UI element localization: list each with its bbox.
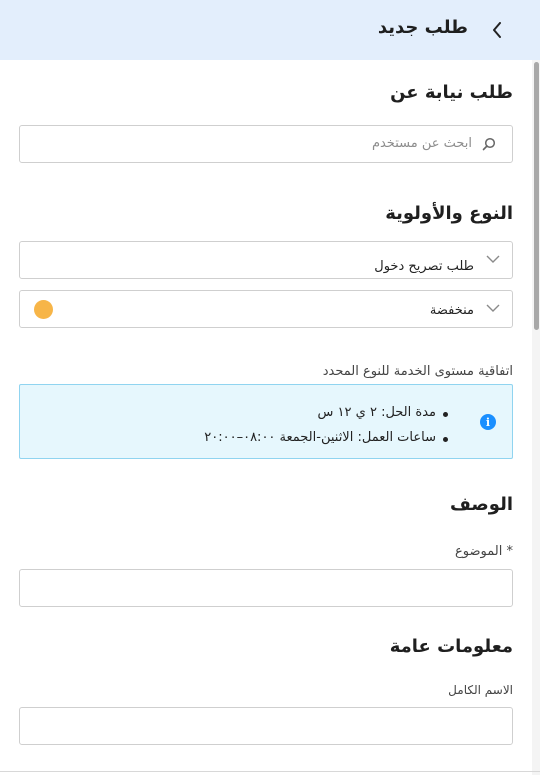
priority-value: منخفضة [429, 303, 474, 318]
divider [0, 771, 540, 772]
sla-working-hours: ساعات العمل: الاثنين-الجمعة ٠٨:٠٠–٢٠:٠٠ [204, 430, 436, 445]
chevron-down-icon [486, 255, 500, 263]
sla-info-box: i مدة الحل: ٢ ي ١٢ س ساعات العمل: الاثني… [19, 384, 513, 459]
general-info-heading: معلومات عامة [389, 636, 513, 657]
request-type-select[interactable]: طلب تصريح دخول [19, 241, 513, 279]
chevron-down-icon [486, 304, 500, 312]
page-title: طلب جديد [377, 17, 468, 38]
chevron-left-icon [493, 22, 501, 38]
type-priority-heading: النوع والأولوية [385, 203, 513, 224]
subject-label: * الموضوع [455, 544, 513, 559]
priority-color-dot [34, 300, 53, 319]
back-button[interactable] [486, 18, 508, 42]
user-search-input[interactable] [172, 136, 472, 151]
on-behalf-heading: طلب نيابة عن [390, 82, 513, 103]
fullname-label: الاسم الكامل [448, 683, 513, 697]
priority-select[interactable]: منخفضة [19, 290, 513, 328]
description-heading: الوصف [449, 494, 513, 515]
info-icon: i [480, 414, 496, 430]
list-bullet [443, 437, 448, 442]
request-type-value: طلب تصريح دخول [374, 259, 474, 274]
sla-resolution-time: مدة الحل: ٢ ي ١٢ س [317, 405, 436, 420]
header-bar: طلب جديد [0, 0, 540, 60]
subject-input[interactable] [19, 569, 513, 607]
sla-label: اتفاقية مستوى الخدمة للنوع المحدد [322, 364, 513, 379]
search-icon [482, 137, 496, 151]
list-bullet [443, 412, 448, 417]
scrollbar-thumb[interactable] [534, 62, 539, 330]
fullname-input[interactable] [19, 707, 513, 745]
user-search-field[interactable] [19, 125, 513, 163]
new-request-page: طلب جديد طلب نيابة عن النوع والأولوية طل… [0, 0, 540, 775]
